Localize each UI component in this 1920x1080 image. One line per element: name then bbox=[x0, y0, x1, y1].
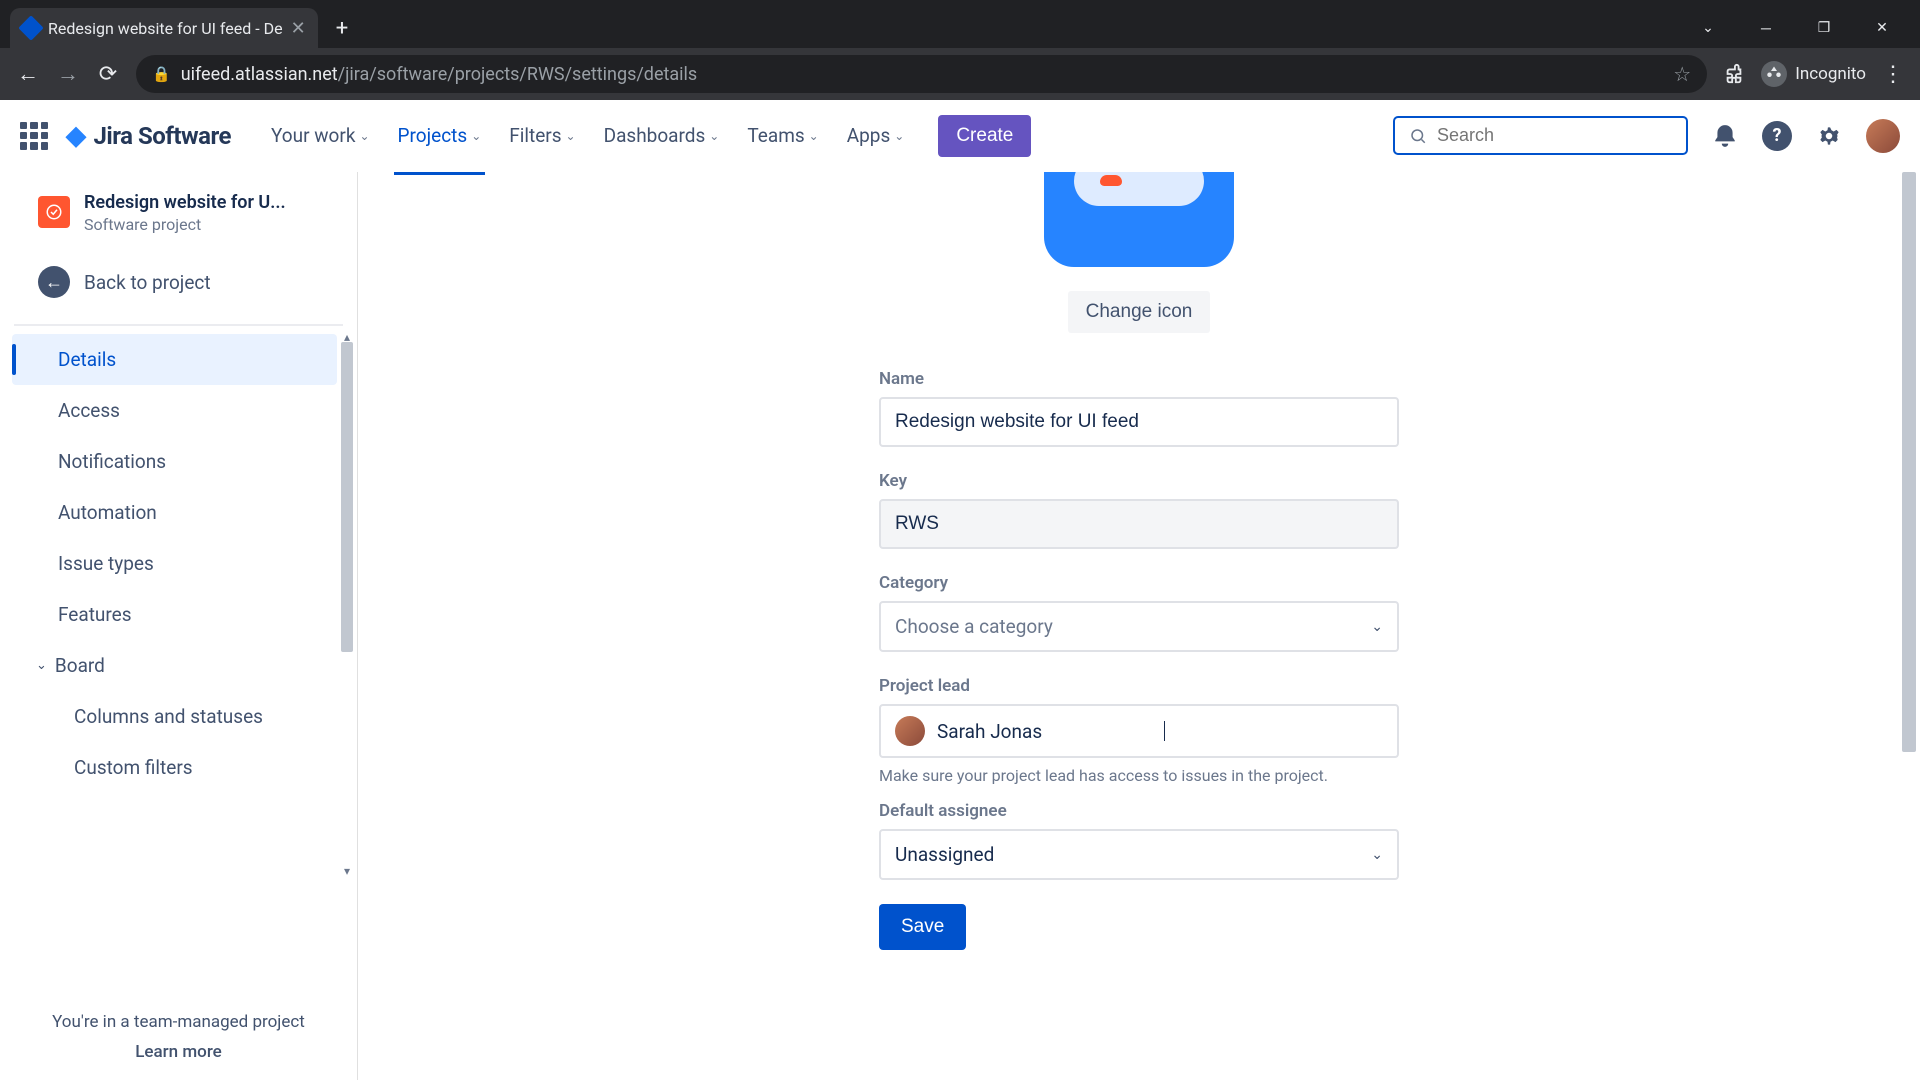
sidebar-item-custom-filters[interactable]: Custom filters bbox=[12, 742, 337, 793]
forward-icon[interactable]: → bbox=[56, 61, 80, 87]
project-lead-label: Project lead bbox=[879, 676, 1399, 696]
browser-menu-icon[interactable]: ⋮ bbox=[1882, 62, 1904, 87]
settings-gear-icon[interactable] bbox=[1814, 121, 1844, 151]
create-button[interactable]: Create bbox=[938, 115, 1031, 157]
url-input[interactable]: 🔒 uifeed.atlassian.net/jira/software/pro… bbox=[136, 55, 1707, 93]
sidebar-item-features[interactable]: Features bbox=[12, 589, 337, 640]
reload-icon[interactable]: ⟳ bbox=[96, 62, 120, 87]
key-label: Key bbox=[879, 471, 1399, 491]
chevron-down-icon: ⌄ bbox=[894, 129, 904, 143]
back-arrow-icon: ← bbox=[38, 266, 70, 298]
scroll-down-icon[interactable]: ▾ bbox=[340, 864, 354, 878]
sidebar-item-board[interactable]: ⌄ Board bbox=[12, 640, 337, 691]
sidebar-item-automation[interactable]: Automation bbox=[12, 487, 337, 538]
change-icon-button[interactable]: Change icon bbox=[1068, 291, 1211, 333]
project-icon-preview bbox=[1044, 172, 1234, 267]
sidebar-item-details[interactable]: Details bbox=[12, 334, 337, 385]
project-icon bbox=[38, 196, 70, 228]
learn-more-link[interactable]: Learn more bbox=[24, 1042, 333, 1062]
minimize-icon[interactable]: ─ bbox=[1752, 20, 1780, 37]
jira-logo-icon: ◆ bbox=[66, 121, 86, 151]
maximize-icon[interactable]: ❐ bbox=[1810, 20, 1838, 37]
close-tab-icon[interactable]: ✕ bbox=[291, 18, 306, 39]
nav-dashboards[interactable]: Dashboards⌄ bbox=[594, 116, 730, 155]
project-title: Redesign website for U... bbox=[84, 192, 286, 213]
nav-filters[interactable]: Filters⌄ bbox=[499, 116, 585, 155]
app-topbar: ◆ Jira Software Your work⌄ Projects⌄ Fil… bbox=[0, 100, 1920, 172]
nav-projects[interactable]: Projects⌄ bbox=[388, 116, 492, 155]
chevron-down-icon: ⌄ bbox=[809, 129, 819, 143]
project-subtitle: Software project bbox=[84, 215, 286, 234]
address-bar: ← → ⟳ 🔒 uifeed.atlassian.net/jira/softwa… bbox=[0, 48, 1920, 100]
project-lead-input[interactable]: Sarah Jonas bbox=[879, 704, 1399, 758]
key-input[interactable] bbox=[879, 499, 1399, 549]
chevron-down-icon: ⌄ bbox=[471, 129, 481, 143]
search-icon bbox=[1409, 127, 1427, 145]
main-content: Change icon Name Key Category Choose a c… bbox=[358, 172, 1920, 1080]
bookmark-star-icon[interactable]: ☆ bbox=[1673, 62, 1691, 86]
chevron-down-icon: ⌄ bbox=[36, 658, 47, 673]
sidebar-item-issue-types[interactable]: Issue types bbox=[12, 538, 337, 589]
jira-logo[interactable]: ◆ Jira Software bbox=[66, 121, 231, 151]
chevron-down-icon: ⌄ bbox=[709, 129, 719, 143]
jira-favicon bbox=[18, 15, 43, 40]
lead-avatar bbox=[895, 716, 925, 746]
category-label: Category bbox=[879, 573, 1399, 593]
nav-teams[interactable]: Teams⌄ bbox=[737, 116, 828, 155]
browser-tab-strip: Redesign website for UI feed - De ✕ + ⌄ … bbox=[0, 0, 1920, 48]
chevron-down-icon: ⌄ bbox=[1371, 619, 1383, 635]
name-input[interactable] bbox=[879, 397, 1399, 447]
tab-title: Redesign website for UI feed - De bbox=[48, 19, 283, 38]
project-header[interactable]: Redesign website for U... Software proje… bbox=[0, 192, 357, 248]
notifications-icon[interactable] bbox=[1710, 121, 1740, 151]
back-to-project-link[interactable]: ← Back to project bbox=[0, 248, 357, 316]
name-label: Name bbox=[879, 369, 1399, 389]
incognito-indicator[interactable]: Incognito bbox=[1761, 61, 1866, 87]
url-text: uifeed.atlassian.net/jira/software/proje… bbox=[181, 64, 698, 85]
project-lead-helper: Make sure your project lead has access t… bbox=[879, 766, 1399, 785]
default-assignee-label: Default assignee bbox=[879, 801, 1399, 821]
sidebar-item-access[interactable]: Access bbox=[12, 385, 337, 436]
back-icon[interactable]: ← bbox=[16, 61, 40, 87]
lock-icon: 🔒 bbox=[152, 65, 171, 83]
sidebar-item-columns[interactable]: Columns and statuses bbox=[12, 691, 337, 742]
default-assignee-select[interactable]: Unassigned ⌄ bbox=[879, 829, 1399, 880]
category-select[interactable]: Choose a category ⌄ bbox=[879, 601, 1399, 652]
main-scrollbar[interactable] bbox=[1904, 172, 1918, 1080]
chevron-down-icon: ⌄ bbox=[566, 129, 576, 143]
save-button[interactable]: Save bbox=[879, 904, 966, 950]
chevron-down-icon: ⌄ bbox=[359, 129, 369, 143]
browser-tab[interactable]: Redesign website for UI feed - De ✕ bbox=[10, 8, 318, 48]
nav-apps[interactable]: Apps⌄ bbox=[837, 116, 915, 155]
app-switcher-icon[interactable] bbox=[20, 122, 48, 150]
incognito-icon bbox=[1761, 61, 1787, 87]
main-scrollbar-thumb[interactable] bbox=[1902, 172, 1916, 752]
chevron-down-icon: ⌄ bbox=[1371, 847, 1383, 863]
text-cursor bbox=[1164, 721, 1165, 741]
new-tab-button[interactable]: + bbox=[336, 16, 348, 41]
sidebar-footer: You're in a team-managed project Learn m… bbox=[0, 993, 357, 1080]
divider bbox=[14, 324, 343, 326]
extensions-icon[interactable] bbox=[1723, 63, 1745, 85]
search-input[interactable] bbox=[1393, 116, 1688, 155]
sidebar-item-notifications[interactable]: Notifications bbox=[12, 436, 337, 487]
sidebar-scrollbar-thumb[interactable] bbox=[341, 342, 353, 652]
user-avatar[interactable] bbox=[1866, 119, 1900, 153]
chevron-down-icon[interactable]: ⌄ bbox=[1694, 20, 1722, 37]
help-icon[interactable]: ? bbox=[1762, 121, 1792, 151]
nav-your-work[interactable]: Your work⌄ bbox=[261, 116, 380, 155]
toggle-illustration bbox=[1074, 172, 1204, 206]
settings-sidebar: Redesign website for U... Software proje… bbox=[0, 172, 358, 1080]
close-window-icon[interactable]: ✕ bbox=[1868, 20, 1896, 37]
